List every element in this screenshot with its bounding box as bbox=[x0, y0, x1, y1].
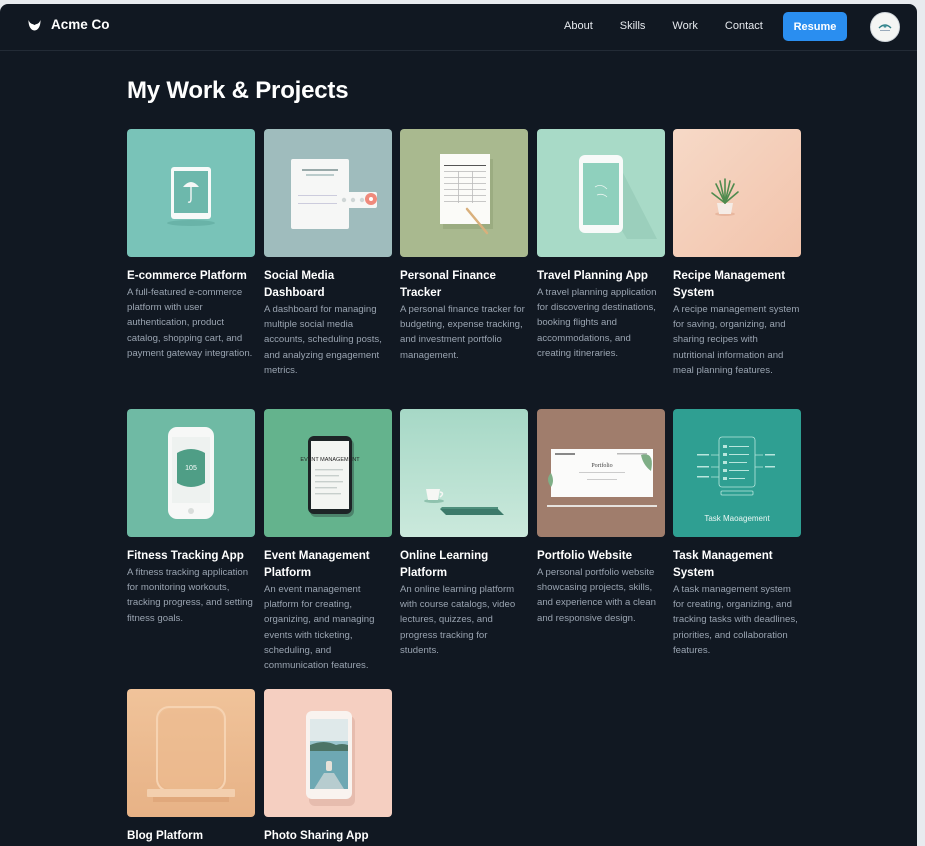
page-title: My Work & Projects bbox=[127, 77, 349, 104]
logo-icon bbox=[28, 19, 41, 30]
card-title: Portfolio Website bbox=[537, 549, 633, 562]
top-navbar: Acme Co About Skills Work Contact Resume bbox=[0, 4, 917, 51]
card-description: A travel planning application for discov… bbox=[537, 287, 657, 359]
card-title: E-commerce Platform bbox=[127, 269, 247, 282]
project-card[interactable]: Online Learning Platform An online learn… bbox=[400, 409, 528, 658]
blog-platform-thumbnail bbox=[127, 689, 255, 817]
card-title: Social Media Dashboard bbox=[264, 269, 335, 299]
project-card[interactable]: Task Maoagement Task Management System A… bbox=[673, 409, 801, 658]
card-title: Recipe Management System bbox=[673, 269, 786, 299]
card-title: Task Management System bbox=[673, 549, 773, 579]
nav-link-about[interactable]: About bbox=[564, 20, 593, 32]
main-nav: About Skills Work Contact bbox=[564, 20, 790, 32]
project-card[interactable]: E-commerce Platform A full-featured e-co… bbox=[127, 129, 255, 361]
project-card[interactable]: Recipe Management System A recipe manage… bbox=[673, 129, 801, 378]
project-card[interactable]: Blog Platform bbox=[127, 689, 255, 845]
card-title: Online Learning Platform bbox=[400, 549, 489, 579]
card-title: Travel Planning App bbox=[537, 269, 649, 282]
project-card[interactable]: Travel Planning App A travel planning ap… bbox=[537, 129, 665, 361]
project-card[interactable]: Social Media Dashboard A dashboard for m… bbox=[264, 129, 392, 378]
card-title: Blog Platform bbox=[127, 829, 204, 842]
project-card[interactable]: Personal Finance Tracker A personal fina… bbox=[400, 129, 528, 363]
svg-text:Task Maoagement: Task Maoagement bbox=[704, 514, 770, 523]
ecommerce-thumbnail bbox=[127, 129, 255, 257]
card-description: An online learning platform with course … bbox=[400, 584, 516, 656]
project-card[interactable]: Portfolio Portfolio Website A personal p… bbox=[537, 409, 665, 626]
social-dashboard-thumbnail bbox=[264, 129, 392, 257]
photo-sharing-thumbnail bbox=[264, 689, 392, 817]
card-title: Fitness Tracking App bbox=[127, 549, 244, 562]
avatar[interactable] bbox=[870, 12, 900, 42]
nav-link-skills[interactable]: Skills bbox=[620, 20, 646, 32]
browser-viewport: Acme Co About Skills Work Contact Resume… bbox=[0, 4, 917, 846]
card-description: A full-featured e-commerce platform with… bbox=[127, 287, 253, 359]
project-card[interactable]: EVENT MANAGEMENT Event Management Platfo… bbox=[264, 409, 392, 673]
nav-link-work[interactable]: Work bbox=[672, 20, 697, 32]
avatar-logo-icon bbox=[878, 24, 892, 31]
card-title: Event Management Platform bbox=[264, 549, 370, 579]
project-card[interactable]: Photo Sharing App bbox=[264, 689, 392, 845]
card-description: A personal portfolio website showcasing … bbox=[537, 567, 656, 624]
event-management-thumbnail: EVENT MANAGEMENT bbox=[264, 409, 392, 537]
travel-app-thumbnail bbox=[537, 129, 665, 257]
svg-text:EVENT MANAGEMENT: EVENT MANAGEMENT bbox=[300, 457, 360, 463]
card-description: An event management platform for creatin… bbox=[264, 584, 375, 672]
card-title: Photo Sharing App bbox=[264, 829, 369, 842]
resume-button[interactable]: Resume bbox=[783, 12, 847, 41]
recipe-management-thumbnail bbox=[673, 129, 801, 257]
project-card[interactable]: 105 Fitness Tracking App A fitness track… bbox=[127, 409, 255, 626]
card-description: A personal finance tracker for budgeting… bbox=[400, 304, 525, 361]
nav-link-contact[interactable]: Contact bbox=[725, 20, 763, 32]
brand-name: Acme Co bbox=[51, 17, 110, 32]
card-description: A task management system for creating, o… bbox=[673, 584, 798, 656]
finance-tracker-thumbnail bbox=[400, 129, 528, 257]
online-learning-thumbnail bbox=[400, 409, 528, 537]
svg-text:105: 105 bbox=[185, 465, 197, 472]
card-title: Personal Finance Tracker bbox=[400, 269, 497, 299]
brand-link[interactable]: Acme Co bbox=[28, 17, 110, 32]
portfolio-website-thumbnail: Portfolio bbox=[537, 409, 665, 537]
fitness-app-thumbnail: 105 bbox=[127, 409, 255, 537]
svg-text:Portfolio: Portfolio bbox=[591, 462, 612, 469]
card-description: A recipe management system for saving, o… bbox=[673, 304, 800, 376]
task-management-thumbnail: Task Maoagement bbox=[673, 409, 801, 537]
card-description: A dashboard for managing multiple social… bbox=[264, 304, 382, 376]
card-description: A fitness tracking application for monit… bbox=[127, 567, 253, 624]
